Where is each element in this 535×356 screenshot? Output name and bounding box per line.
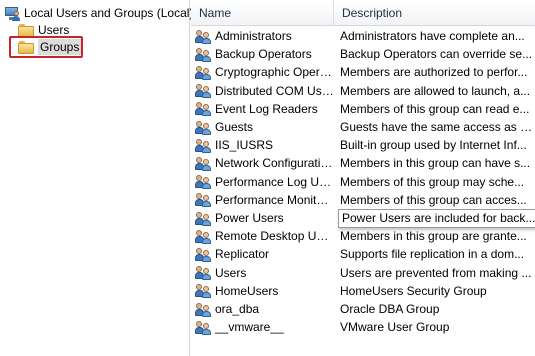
group-description: Built-in group used by Internet Inf...: [340, 138, 527, 153]
group-name-cell: ora_dba: [195, 300, 334, 318]
group-name-cell: Performance Monitor ...: [195, 191, 334, 209]
group-name-cell: Power Users: [195, 209, 334, 227]
tree-item-groups[interactable]: Groups: [18, 38, 82, 56]
group-name-cell: __vmware__: [195, 318, 334, 336]
tree-item-label: Groups: [38, 39, 82, 55]
table-row[interactable]: ora_dba Oracle DBA Group: [191, 300, 535, 318]
group-name: Backup Operators: [215, 47, 312, 62]
group-name-cell: Cryptographic Operat...: [195, 63, 334, 81]
group-icon: [195, 29, 211, 44]
table-row[interactable]: Distributed COM Users Members are allowed…: [191, 82, 535, 100]
group-name: Event Log Readers: [215, 101, 318, 116]
group-name: ora_dba: [215, 302, 260, 316]
group-name: __vmware__: [215, 320, 284, 335]
group-description: Supports file replication in a dom...: [340, 247, 525, 262]
group-icon: [195, 120, 211, 135]
group-icon: [195, 138, 211, 153]
table-row[interactable]: Administrators Administrators have comple…: [191, 27, 535, 45]
group-description: Members of this group may sche...: [340, 174, 525, 189]
group-icon: [195, 47, 211, 62]
group-name-cell: Users: [195, 264, 334, 282]
group-name: Performance Log Users: [215, 174, 334, 189]
group-name-cell: Replicator: [195, 245, 334, 263]
group-description: HomeUsers Security Group: [340, 283, 487, 298]
group-description: Backup Operators can override se...: [340, 47, 533, 62]
group-description: Members in this group are grante...: [340, 229, 527, 244]
group-name: Distributed COM Users: [215, 83, 334, 98]
group-icon: [195, 211, 211, 226]
group-name-cell: Network Configuratio...: [195, 154, 334, 172]
tree-pane: Local Users and Groups (Local) Users Gro…: [0, 0, 193, 356]
folder-icon: [18, 23, 34, 37]
table-row[interactable]: Users Users are prevented from making ...: [191, 264, 535, 282]
group-name: IIS_IUSRS: [215, 138, 274, 153]
table-row[interactable]: Cryptographic Operat... Members are autho…: [191, 63, 535, 81]
group-description: Administrators have complete an...: [340, 29, 525, 43]
table-row[interactable]: Network Configuratio... Members in this g…: [191, 154, 535, 172]
group-description: Members in this group can have s...: [340, 156, 531, 171]
group-name: HomeUsers: [215, 283, 279, 298]
group-icon: [195, 83, 211, 99]
table-row[interactable]: Backup Operators Backup Operators can ove…: [191, 45, 535, 63]
table-row[interactable]: Remote Desktop Users Members in this grou…: [191, 227, 535, 245]
group-icon: [195, 283, 211, 299]
group-name: Network Configuratio...: [215, 156, 334, 171]
group-name: Power Users: [215, 211, 284, 225]
tree-root-label: Local Users and Groups (Local): [24, 6, 194, 20]
group-name: Users: [215, 265, 247, 280]
group-icon: [195, 320, 211, 335]
group-name-cell: IIS_IUSRS: [195, 136, 334, 154]
table-row[interactable]: Replicator Supports file replication in a…: [191, 245, 535, 263]
group-name-cell: Remote Desktop Users: [195, 227, 334, 245]
group-icon: [195, 302, 211, 317]
column-header: Name Description: [191, 0, 535, 26]
group-name-cell: HomeUsers: [195, 282, 334, 300]
group-description: VMware User Group: [340, 320, 450, 335]
table-row[interactable]: Performance Log Users Members of this gro…: [191, 173, 535, 191]
group-name-cell: Event Log Readers: [195, 100, 334, 118]
column-header-description[interactable]: Description: [334, 0, 535, 26]
table-row[interactable]: IIS_IUSRS Built-in group used by Internet…: [191, 136, 535, 154]
group-name: Remote Desktop Users: [215, 229, 334, 244]
group-icon: [195, 65, 211, 80]
group-description: Users are prevented from making ...: [340, 265, 532, 280]
group-name: Administrators: [215, 29, 292, 43]
tree-root-node[interactable]: Local Users and Groups (Local): [4, 4, 193, 22]
computer-users-icon: [4, 6, 20, 21]
group-name-cell: Distributed COM Users: [195, 82, 334, 100]
group-description: Members are allowed to launch, a...: [340, 83, 531, 98]
group-icon: [195, 265, 211, 281]
column-header-name[interactable]: Name: [191, 0, 334, 26]
group-icon: [195, 101, 211, 117]
group-name-cell: Guests: [195, 118, 334, 136]
table-row[interactable]: Event Log Readers Members of this group c…: [191, 100, 535, 118]
folder-icon: [18, 40, 34, 54]
group-description: Members of this group can read e...: [340, 101, 530, 116]
group-description: Oracle DBA Group: [340, 302, 440, 316]
group-name: Cryptographic Operat...: [215, 65, 334, 80]
group-description: Members are authorized to perfor...: [340, 65, 528, 80]
group-name: Guests: [215, 120, 254, 134]
group-name-cell: Performance Log Users: [195, 173, 334, 191]
table-row[interactable]: __vmware__ VMware User Group: [191, 318, 535, 336]
table-row[interactable]: HomeUsers HomeUsers Security Group: [191, 282, 535, 300]
group-icon: [195, 174, 211, 190]
group-description: Members of this group can acces...: [340, 192, 527, 207]
group-name: Replicator: [215, 247, 270, 262]
description-tooltip: Power Users are included for back...: [338, 209, 535, 228]
group-name-cell: Administrators: [195, 27, 334, 45]
table-row[interactable]: Performance Monitor ... Members of this g…: [191, 191, 535, 209]
group-name-cell: Backup Operators: [195, 45, 334, 63]
group-icon: [195, 247, 211, 262]
group-icon: [195, 229, 211, 244]
group-list-pane: Name Description Administrators Administr…: [191, 0, 535, 356]
group-icon: [195, 192, 211, 208]
group-name: Performance Monitor ...: [215, 192, 334, 207]
group-icon: [195, 156, 211, 171]
group-description: Guests have the same access as m...: [340, 120, 535, 134]
table-row[interactable]: Guests Guests have the same access as m..…: [191, 118, 535, 136]
